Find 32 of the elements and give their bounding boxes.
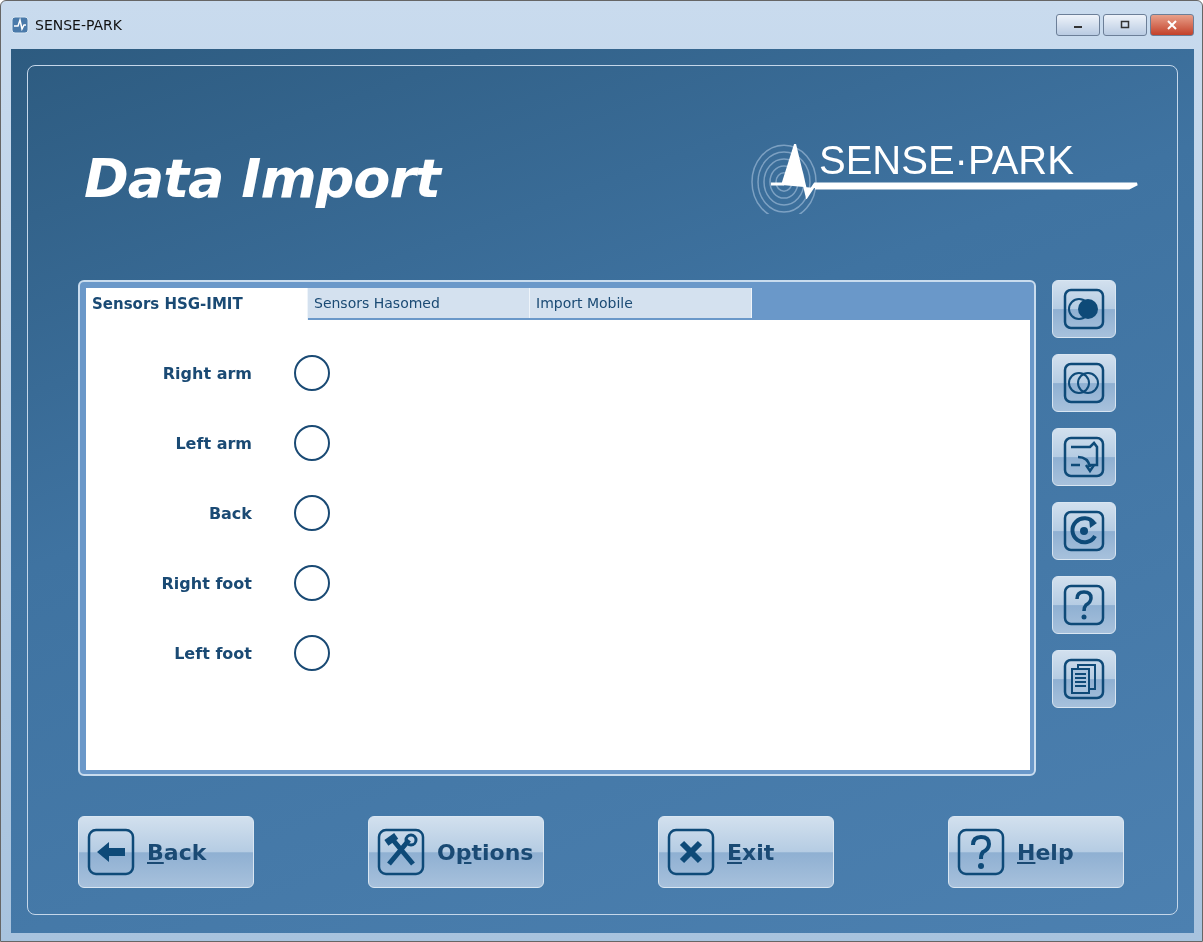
tab[interactable]: Import Mobile [530,288,752,318]
back-button[interactable]: Back [78,816,254,888]
maximize-icon [1119,20,1131,30]
app-icon [11,16,29,34]
options-button[interactable]: Options [368,816,544,888]
window-title: SENSE-PARK [35,17,123,33]
import-button[interactable] [1052,428,1116,486]
toggle-button[interactable] [1052,354,1116,412]
exit-button[interactable]: Exit [658,816,834,888]
logo-text: SENSE·PARK [819,138,1074,183]
sensor-label: Left arm [174,433,252,453]
sensor-label: Right foot [160,573,252,593]
close-button[interactable] [1150,14,1194,36]
fingerprint-icon [749,144,819,214]
close-icon [1166,20,1178,30]
tools-icon [377,828,425,876]
sensor-label: Left foot [173,643,252,663]
arrow-left-icon [87,828,135,876]
pulse-line-icon [769,144,1139,199]
maximize-button[interactable] [1103,14,1147,36]
help-button[interactable]: Help [948,816,1124,888]
help-icon [957,828,1005,876]
help-button[interactable] [1052,576,1116,634]
sensor-label: Back [207,503,252,523]
documents-button[interactable] [1052,650,1116,708]
close-icon [667,828,715,876]
minimize-button[interactable] [1056,14,1100,36]
tab[interactable]: Sensors Hasomed [308,288,530,318]
toggle-button[interactable] [1052,280,1116,338]
sensor-label: Right arm [161,363,252,383]
tab[interactable]: Sensors HSG-IMIT [86,288,308,320]
refresh-button[interactable] [1052,502,1116,560]
